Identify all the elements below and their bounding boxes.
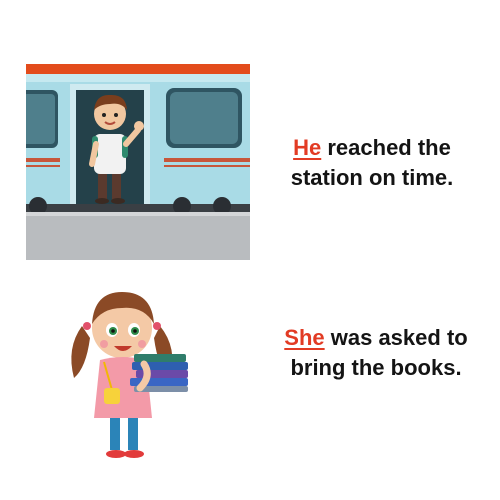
train-roof-stripe [26, 64, 250, 74]
sentence-she: She was asked to bring the books. [258, 323, 494, 383]
platform [26, 212, 250, 260]
pronoun-he: He [293, 135, 322, 160]
sentence-she-line2: bring the books. [290, 355, 462, 380]
sentence-he: He reached the station on time. [262, 133, 482, 193]
train-boy-illustration [26, 64, 250, 260]
sentence-he-line1: reached the [321, 135, 451, 160]
sentence-she-line1: was asked to [324, 325, 468, 350]
girl-books-illustration [71, 292, 188, 458]
pronoun-she: She [284, 325, 325, 350]
sentence-he-line2: station on time. [290, 165, 454, 190]
